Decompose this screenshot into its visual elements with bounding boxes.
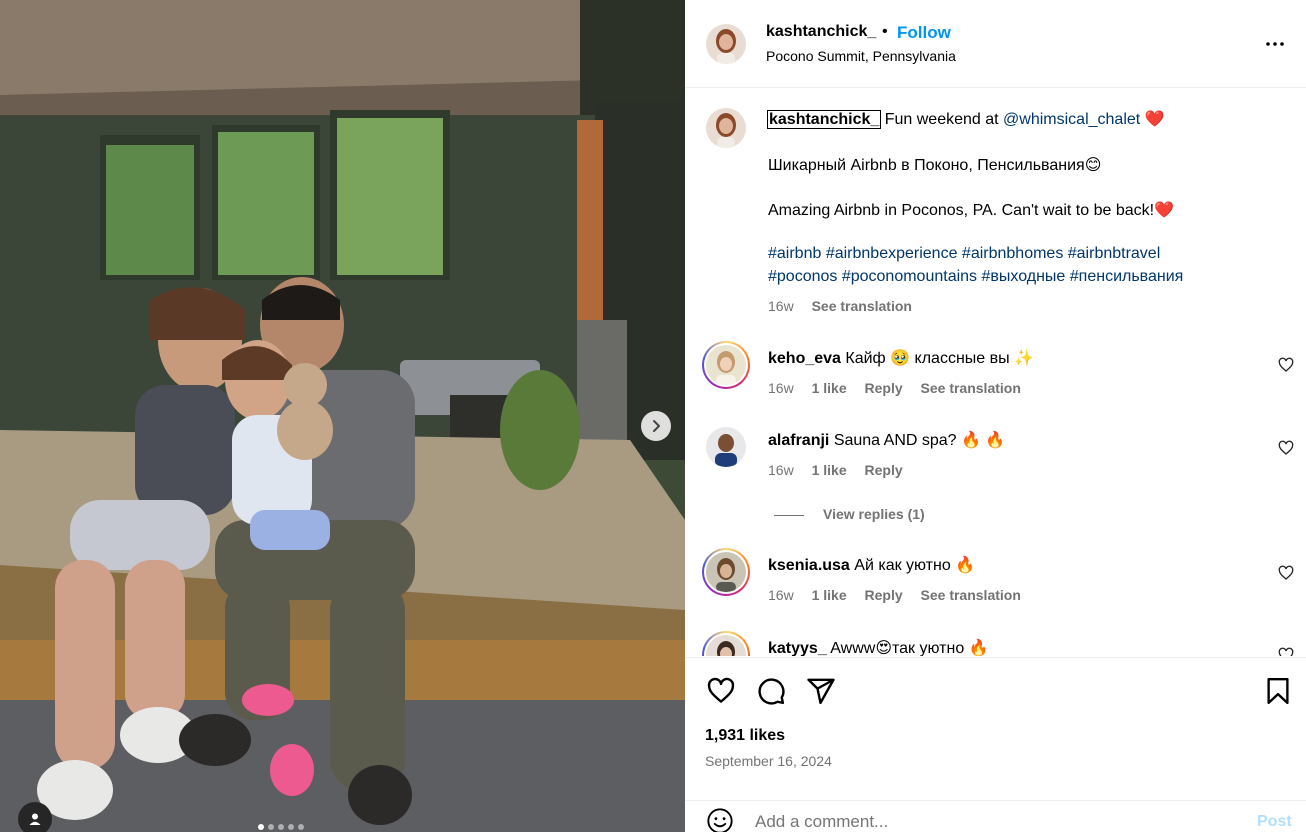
comment-time[interactable]: 16w — [768, 462, 794, 478]
comment-likes[interactable]: 1 like — [812, 462, 847, 478]
comment-like-heart-icon[interactable] — [1278, 565, 1294, 581]
comment-avatar[interactable] — [706, 427, 746, 467]
emoji-icon[interactable] — [706, 807, 734, 832]
comment-username[interactable]: keho_eva — [768, 350, 841, 367]
comment-text: Кайф 🥹 классные вы ✨ — [845, 350, 1034, 367]
comment-text: Sauna AND spa? 🔥 🔥 — [833, 432, 1006, 449]
caption-hashtags-1[interactable]: #airbnb #airbnbexperience #airbnbhomes #… — [768, 245, 1160, 263]
comment-reply[interactable]: Reply — [865, 380, 903, 396]
header-separator: • — [882, 23, 888, 40]
caption-username[interactable]: kashtanchick_ — [766, 110, 882, 129]
comment-time[interactable]: 16w — [768, 587, 794, 603]
comment-avatar[interactable] — [702, 631, 750, 656]
more-icon[interactable] — [1263, 32, 1287, 56]
comment-line: ksenia.usa Ай как уютно 🔥 — [768, 555, 975, 575]
caption-meta: 16w See translation — [768, 298, 912, 314]
post-location[interactable]: Pocono Summit, Pennsylvania — [766, 48, 956, 64]
heart-icon[interactable] — [706, 676, 736, 706]
comment-avatar[interactable] — [702, 548, 750, 596]
post-date: September 16, 2024 — [705, 753, 832, 769]
comment-see-translation[interactable]: See translation — [921, 587, 1021, 603]
carousel-dot — [298, 824, 304, 830]
comment-avatar[interactable] — [702, 341, 750, 389]
caption-heart-emoji: ❤️ — [1144, 111, 1165, 128]
carousel-dot — [288, 824, 294, 830]
post-photo[interactable] — [0, 0, 685, 832]
view-replies-line — [774, 515, 804, 516]
comment-reply[interactable]: Reply — [865, 462, 903, 478]
comments-list[interactable]: kashtanchick_ Fun weekend at @whimsical_… — [685, 89, 1306, 656]
user-tag-icon — [29, 813, 41, 825]
view-replies-button[interactable]: View replies (1) — [823, 506, 925, 522]
caption-line-2: Шикарный Airbnb в Поконо, Пенсильвания😊 — [768, 157, 1102, 174]
caption-time[interactable]: 16w — [768, 298, 794, 314]
post-actions: 1,931 likes September 16, 2024 — [685, 657, 1306, 799]
caption-mention[interactable]: @whimsical_chalet — [1003, 111, 1140, 128]
likes-count[interactable]: 1,931 likes — [705, 727, 785, 745]
comment-reply[interactable]: Reply — [865, 587, 903, 603]
comment-like-heart-icon[interactable] — [1278, 357, 1294, 373]
comment-like-heart-icon[interactable] — [1278, 440, 1294, 456]
comment-meta: 16w 1 like Reply See translation — [768, 587, 1021, 603]
comment-icon[interactable] — [756, 676, 786, 706]
bookmark-icon[interactable] — [1263, 676, 1293, 706]
comment-text: Awww😍так уютно 🔥 — [830, 640, 989, 656]
comment-likes[interactable]: 1 like — [812, 587, 847, 603]
carousel-dot — [258, 824, 264, 830]
next-arrow-icon — [653, 420, 660, 432]
comment-line: keho_eva Кайф 🥹 классные вы ✨ — [768, 348, 1034, 368]
post-header: kashtanchick_ • Follow Pocono Summit, Pe… — [685, 0, 1306, 88]
comment-line: alafranji Sauna AND spa? 🔥 🔥 — [768, 430, 1005, 450]
comment-line: katyys_ Awww😍так уютно 🔥 — [768, 638, 989, 656]
comment-text: Ай как уютно 🔥 — [854, 557, 976, 574]
share-icon[interactable] — [806, 676, 836, 706]
add-comment-input[interactable] — [755, 811, 1215, 832]
caption-text: Fun weekend at — [884, 111, 999, 128]
author-username[interactable]: kashtanchick_ — [766, 23, 876, 41]
caption-line-3: Amazing Airbnb in Poconos, PA. Can't wai… — [768, 202, 1174, 219]
carousel-dot — [278, 824, 284, 830]
post-comment-button[interactable]: Post — [1257, 813, 1292, 831]
follow-button[interactable]: Follow — [897, 23, 951, 43]
comment-meta: 16w 1 like Reply — [768, 462, 903, 478]
comment-username[interactable]: alafranji — [768, 432, 829, 449]
comment-like-heart-icon[interactable] — [1278, 647, 1294, 656]
tagged-users-button[interactable] — [18, 802, 52, 832]
carousel-dots — [258, 824, 304, 830]
next-photo-button[interactable] — [641, 411, 671, 441]
caption-see-translation[interactable]: See translation — [812, 298, 912, 314]
comment-see-translation[interactable]: See translation — [921, 380, 1021, 396]
author-avatar[interactable] — [706, 24, 746, 64]
comment-likes[interactable]: 1 like — [812, 380, 847, 396]
photo-scene — [0, 0, 685, 832]
comment-username[interactable]: ksenia.usa — [768, 557, 850, 574]
post-side-panel: kashtanchick_ • Follow Pocono Summit, Pe… — [685, 0, 1306, 832]
caption-avatar[interactable] — [706, 108, 746, 148]
caption-line-1: kashtanchick_ Fun weekend at @whimsical_… — [766, 109, 1165, 129]
comment-username[interactable]: katyys_ — [768, 640, 827, 656]
carousel-dot — [268, 824, 274, 830]
comment-time[interactable]: 16w — [768, 380, 794, 396]
caption-hashtags-2[interactable]: #poconos #poconomountains #выходные #пен… — [768, 268, 1183, 286]
add-comment-bar: Post — [685, 800, 1306, 832]
comment-meta: 16w 1 like Reply See translation — [768, 380, 1021, 396]
